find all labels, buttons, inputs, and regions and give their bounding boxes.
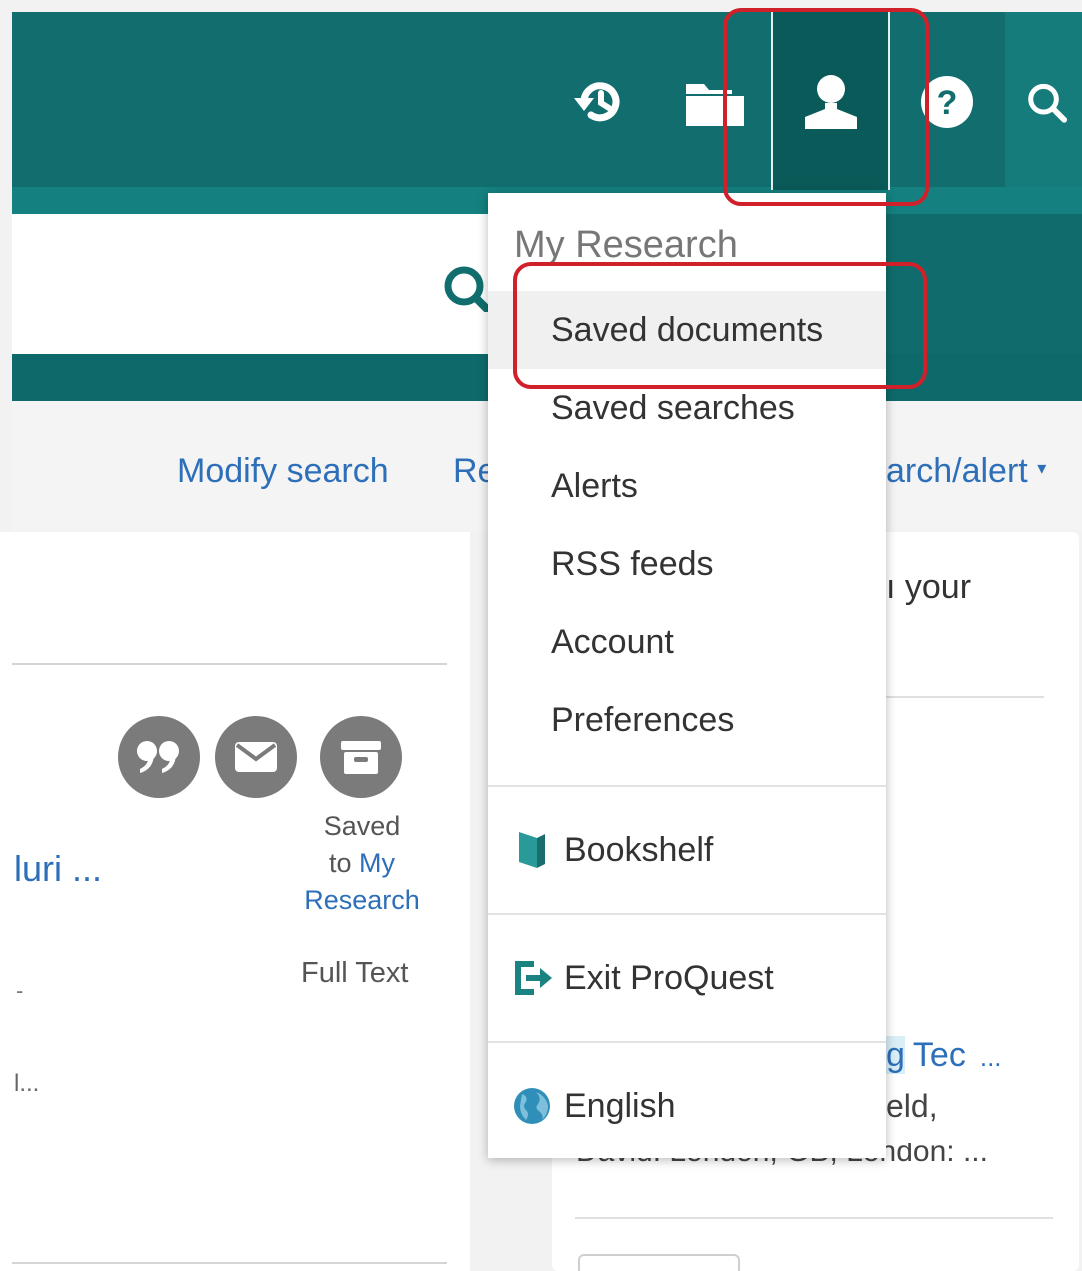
highlight-my-research-button — [723, 8, 929, 206]
title-word: Tec — [912, 1036, 966, 1074]
search-field-area[interactable] — [12, 214, 488, 354]
menu-item-rss-feeds[interactable]: RSS feeds — [488, 525, 886, 603]
menu-divider — [488, 785, 886, 787]
menu-item-account[interactable]: Account — [488, 603, 886, 681]
exit-proquest-label: Exit ProQuest — [564, 958, 774, 997]
language-label: English — [564, 1086, 676, 1125]
side-result-author-fragment: eld, — [886, 1088, 938, 1124]
highlight-saved-documents — [513, 262, 927, 389]
divider — [886, 696, 1044, 698]
side-panel-heading-fragment: ı your — [886, 568, 972, 606]
result-title-link[interactable]: luri ... — [14, 848, 102, 890]
menu-item-alerts[interactable]: Alerts — [488, 447, 886, 525]
recent-searches-button[interactable] — [565, 62, 635, 142]
menu-item-bookshelf[interactable]: Bookshelf — [488, 810, 886, 890]
saved-to-line: to My Research — [297, 845, 427, 919]
side-result-chip — [578, 1254, 740, 1271]
header-search-button[interactable] — [1025, 62, 1082, 142]
menu-item-language[interactable]: English — [488, 1066, 886, 1146]
divider — [12, 1262, 447, 1264]
search-icon — [1028, 83, 1068, 123]
side-result-title-link[interactable]: g Tec... — [886, 1036, 1002, 1075]
saved-my-research-link[interactable]: My Research — [304, 848, 420, 915]
menu-item-preferences[interactable]: Preferences — [488, 681, 886, 759]
title-ellipsis: ... — [979, 1042, 1002, 1072]
save-to-my-research-button[interactable] — [320, 716, 402, 798]
full-text-label: Full Text — [301, 957, 409, 989]
history-icon — [574, 82, 620, 122]
bookshelf-label: Bookshelf — [564, 830, 714, 869]
quote-icon — [137, 741, 179, 773]
saved-to-text: to — [328, 848, 352, 878]
result-abstract-fragment: l... — [14, 1070, 40, 1097]
globe-icon — [512, 1086, 552, 1126]
search-icon — [444, 266, 490, 312]
saved-status-text: Saved — [323, 811, 401, 841]
divider — [575, 1217, 1053, 1219]
menu-item-exit-proquest[interactable]: Exit ProQuest — [488, 938, 886, 1018]
menu-divider — [488, 1041, 886, 1043]
archive-box-icon — [341, 741, 381, 774]
exit-icon — [512, 958, 552, 998]
recent-searches-link[interactable]: Re — [453, 452, 489, 491]
caret-down-icon: ▾ — [1037, 458, 1047, 478]
divider — [12, 663, 447, 665]
envelope-icon — [235, 742, 277, 772]
dropdown-heading: My Research — [514, 224, 738, 266]
svg-text:?: ? — [937, 84, 958, 122]
email-button[interactable] — [215, 716, 297, 798]
cite-button[interactable] — [118, 716, 200, 798]
menu-divider — [488, 913, 886, 915]
save-search-alert-link[interactable]: arch/alert ▾ — [886, 452, 1046, 491]
saved-status: Saved to My Research — [297, 808, 427, 919]
book-icon — [512, 830, 552, 870]
search-submit-button[interactable] — [440, 262, 490, 312]
result-meta-fragment: - — [16, 978, 24, 1003]
modify-search-link[interactable]: Modify search — [177, 452, 389, 491]
search-teal-band — [12, 354, 488, 401]
save-search-alert-label: arch/alert — [886, 452, 1028, 490]
title-highlight: g — [886, 1036, 905, 1074]
